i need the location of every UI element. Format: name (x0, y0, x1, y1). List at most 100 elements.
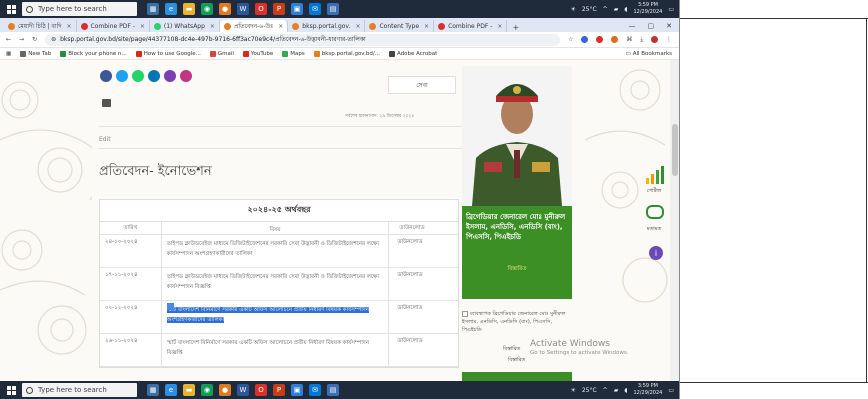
sidebar-more-link[interactable]: বিস্তারিত (508, 357, 525, 365)
app-icon[interactable]: ▤ (327, 384, 339, 396)
bookmark-item[interactable]: New Tab (20, 50, 51, 57)
bookmark-item[interactable]: Maps (282, 50, 305, 57)
download-link[interactable]: ডাউনলোড (389, 235, 458, 267)
page-scrollbar[interactable] (670, 60, 679, 381)
network-icon[interactable]: ▰ (614, 6, 619, 13)
weather-temp[interactable]: 25°C (582, 6, 597, 13)
maximize-icon[interactable]: ▢ (648, 22, 655, 30)
service-box[interactable]: সেবা (388, 76, 456, 94)
sidebar-list-text[interactable]: ব্যাবস্থাপক ব্রিগেডিয়ার জেনারেল মোঃ মুন… (462, 311, 566, 333)
close-icon[interactable]: × (140, 23, 145, 30)
extension-icon[interactable] (596, 36, 604, 43)
tray-chevron-icon[interactable]: ^ (603, 6, 608, 13)
twitter-icon[interactable] (116, 70, 128, 82)
firefox-icon[interactable]: ● (219, 3, 231, 15)
opera-icon[interactable]: O (255, 384, 267, 396)
store-icon[interactable]: ▣ (291, 3, 303, 15)
linkedin-icon[interactable] (148, 70, 160, 82)
all-bookmarks[interactable]: ▭ All Bookmarks (626, 51, 680, 57)
notification-icon[interactable]: ▭ (668, 6, 674, 13)
tray-chevron-icon[interactable]: ^ (603, 387, 608, 394)
bookmark-item[interactable]: How to use Google... (135, 50, 201, 57)
download-link[interactable]: ডাউনলোড (389, 268, 458, 300)
whatsapp-icon[interactable] (132, 70, 144, 82)
download-link[interactable]: ডাউনলোড (389, 334, 458, 366)
window-close-icon[interactable]: ✕ (666, 22, 672, 30)
tab-3[interactable]: প্রতিবেদন-৬-উঃ × (219, 20, 289, 32)
start-button[interactable] (0, 381, 22, 399)
mail-icon[interactable]: ✉ (309, 3, 321, 15)
officer-more-link[interactable]: বিস্তারিত (462, 266, 572, 274)
network-icon[interactable]: ▰ (614, 387, 619, 394)
close-icon[interactable]: × (210, 23, 215, 30)
notification-icon[interactable]: ▭ (668, 387, 674, 394)
tab-1[interactable]: Combine PDF - × (77, 20, 150, 32)
bookmark-item[interactable]: Adobe Acrobat (388, 50, 437, 57)
tab-5[interactable]: Content Type × (365, 20, 435, 32)
weather-temp[interactable]: 25°C (582, 387, 597, 394)
reload-icon[interactable]: ↻ (32, 36, 37, 43)
powerpoint-icon[interactable]: P (273, 3, 285, 15)
close-icon[interactable]: × (497, 23, 502, 30)
bookmark-item[interactable]: YouTube (242, 50, 273, 57)
row-subject-selected[interactable]: স্মার্ট বাংলাদেশ বিনির্মাণে সরকার একটি অ… (162, 301, 390, 333)
share-icon[interactable] (180, 70, 192, 82)
extensions-puzzle-icon[interactable]: ⌘ (626, 36, 632, 43)
start-button[interactable] (0, 0, 22, 18)
file-explorer-icon[interactable]: ▬ (183, 3, 195, 15)
tab-0[interactable]: মেয়াদী চিঠি | বাদি × (4, 20, 77, 32)
store-icon[interactable]: ▣ (291, 384, 303, 396)
apps-grid-icon[interactable]: ▦ (6, 51, 11, 57)
new-tab-button[interactable]: + (507, 23, 524, 32)
tab-4[interactable]: bksp.portal.gov. × (288, 20, 366, 32)
task-view-icon[interactable]: ▦ (147, 384, 159, 396)
opera-icon[interactable]: O (255, 3, 267, 15)
edge-icon[interactable]: e (165, 3, 177, 15)
download-link[interactable]: ডাউনলোড (389, 301, 458, 333)
extension-icon[interactable] (611, 36, 619, 43)
bookmark-item[interactable]: Gmail (209, 50, 234, 57)
tab-6[interactable]: Combine PDF - × (434, 20, 508, 32)
back-icon[interactable]: ← (6, 36, 11, 43)
download-icon[interactable]: ⤓ (640, 36, 643, 44)
close-icon[interactable]: × (66, 23, 71, 30)
stats-chart-icon[interactable] (644, 162, 666, 184)
task-view-icon[interactable]: ▦ (147, 3, 159, 15)
print-icon[interactable] (102, 99, 111, 107)
word-icon[interactable]: W (237, 384, 249, 396)
file-explorer-icon[interactable]: ▬ (183, 384, 195, 396)
app-icon[interactable]: ▤ (327, 3, 339, 15)
word-icon[interactable]: W (237, 3, 249, 15)
clock[interactable]: 3:59 PM 12/29/2024 (634, 2, 663, 16)
volume-icon[interactable]: ◖ (624, 6, 627, 13)
site-info-icon[interactable]: ⊜ (51, 36, 56, 43)
close-icon[interactable]: × (355, 23, 360, 30)
firefox-icon[interactable]: ● (219, 384, 231, 396)
sidebar-more-link[interactable]: বিস্তারিত (503, 346, 520, 354)
scrollbar-thumb[interactable] (672, 124, 678, 176)
facebook-icon[interactable] (100, 70, 112, 82)
messenger-icon[interactable] (164, 70, 176, 82)
edge-icon[interactable]: e (165, 384, 177, 396)
edit-link[interactable]: Edit (99, 136, 111, 143)
chrome-icon[interactable]: ◉ (201, 3, 213, 15)
taskbar-search[interactable]: Type here to search (22, 383, 137, 397)
bookmark-item[interactable]: Block your phone n... (60, 50, 127, 57)
volume-icon[interactable]: ◖ (624, 387, 627, 394)
tab-2[interactable]: (1) WhatsApp × (150, 20, 220, 32)
star-icon[interactable]: ☆ (568, 36, 573, 43)
profile-avatar[interactable] (651, 36, 658, 43)
powerpoint-icon[interactable]: P (273, 384, 285, 396)
bookmark-item[interactable]: bksp.portal.gov.bd/... (313, 50, 380, 57)
chat-icon[interactable] (646, 205, 664, 219)
chrome-icon[interactable]: ◉ (201, 384, 213, 396)
minimize-icon[interactable]: — (629, 22, 636, 30)
clock[interactable]: 3:59 PM 12/29/2024 (634, 383, 663, 397)
extension-icon[interactable] (581, 36, 589, 43)
info-icon[interactable]: i (649, 246, 663, 260)
forward-icon[interactable]: → (19, 36, 24, 43)
selection-handle[interactable] (167, 303, 174, 310)
close-icon[interactable]: × (424, 23, 429, 30)
close-icon[interactable]: × (278, 23, 283, 30)
mail-icon[interactable]: ✉ (309, 384, 321, 396)
